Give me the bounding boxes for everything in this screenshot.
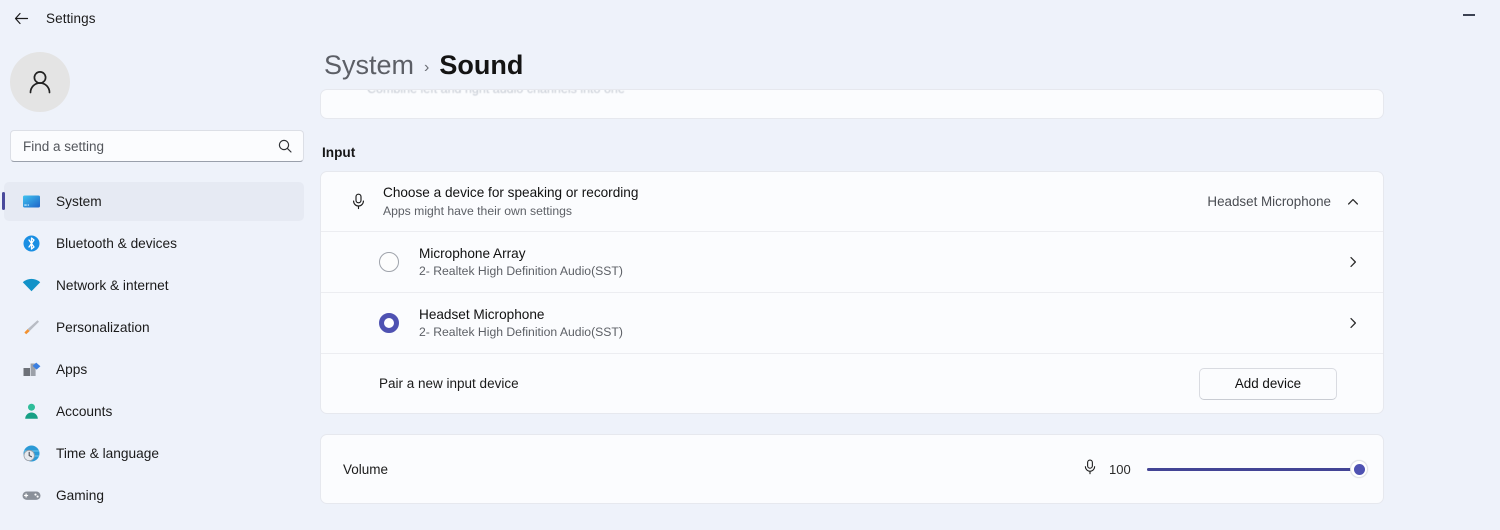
chevron-right-icon[interactable] xyxy=(1345,255,1361,269)
sidebar-item-gaming[interactable]: Gaming xyxy=(4,476,304,515)
microphone-icon xyxy=(343,192,373,211)
paintbrush-icon xyxy=(20,317,42,339)
input-device-texts: Headset Microphone 2- Realtek High Defin… xyxy=(399,305,1345,341)
title-bar: Settings xyxy=(0,0,1500,36)
sidebar-item-accounts[interactable]: Accounts xyxy=(4,392,304,431)
sidebar-item-apps[interactable]: Apps xyxy=(4,350,304,389)
input-device-card: Choose a device for speaking or recordin… xyxy=(320,171,1384,414)
breadcrumb-parent[interactable]: System xyxy=(324,50,414,81)
sidebar-item-system[interactable]: System xyxy=(4,182,304,221)
pair-new-input-device-row: Pair a new input device Add device xyxy=(321,353,1383,413)
radio-headset-microphone[interactable] xyxy=(379,313,399,333)
account-person-icon xyxy=(20,401,42,423)
wifi-icon xyxy=(20,275,42,297)
input-device-texts: Microphone Array 2- Realtek High Definit… xyxy=(399,244,1345,280)
clipped-mono-audio-card: Combine left and right audio channels in… xyxy=(320,89,1384,119)
volume-value: 100 xyxy=(1109,462,1137,477)
volume-label: Volume xyxy=(343,462,1081,477)
back-arrow-icon xyxy=(13,10,30,27)
monitor-icon xyxy=(20,191,42,213)
sidebar-item-label: Apps xyxy=(56,362,87,377)
input-device-name: Microphone Array xyxy=(419,244,1345,263)
sidebar-item-personalization[interactable]: Personalization xyxy=(4,308,304,347)
sidebar-item-time-language[interactable]: Time & language xyxy=(4,434,304,473)
page-title: Sound xyxy=(439,50,523,81)
sidebar-nav: System Bluetooth & devices Network xyxy=(0,182,320,515)
volume-slider[interactable] xyxy=(1147,458,1359,480)
sidebar-item-label: Accounts xyxy=(56,404,112,419)
radio-microphone-array[interactable] xyxy=(379,252,399,272)
choose-input-device-subtitle: Apps might have their own settings xyxy=(383,203,1207,220)
avatar-container xyxy=(0,36,320,112)
search-input[interactable] xyxy=(23,139,269,154)
search-box[interactable] xyxy=(10,130,304,162)
search-container xyxy=(0,112,320,162)
sidebar-item-label: Gaming xyxy=(56,488,104,503)
volume-row: Volume 100 xyxy=(321,435,1383,503)
clock-globe-icon xyxy=(20,443,42,465)
minimize-icon xyxy=(1463,14,1475,16)
apps-icon xyxy=(20,359,42,381)
search-icon xyxy=(277,138,293,159)
input-device-detail: 2- Realtek High Definition Audio(SST) xyxy=(419,324,1345,341)
bluetooth-icon xyxy=(20,233,42,255)
volume-slider-fill xyxy=(1147,468,1359,471)
input-device-option-row[interactable]: Headset Microphone 2- Realtek High Defin… xyxy=(321,292,1383,353)
volume-card: Volume 100 xyxy=(320,434,1384,504)
settings-scroll-area: Combine left and right audio channels in… xyxy=(320,89,1500,504)
input-device-detail: 2- Realtek High Definition Audio(SST) xyxy=(419,263,1345,280)
gamepad-icon xyxy=(20,485,42,507)
minimize-button[interactable] xyxy=(1452,3,1486,27)
input-section-label: Input xyxy=(322,145,1500,160)
sidebar-item-label: Time & language xyxy=(56,446,159,461)
chevron-right-icon[interactable] xyxy=(1345,316,1361,330)
sidebar-item-network-internet[interactable]: Network & internet xyxy=(4,266,304,305)
input-device-option-row[interactable]: Microphone Array 2- Realtek High Definit… xyxy=(321,231,1383,292)
sidebar-item-label: Personalization xyxy=(56,320,150,335)
microphone-icon xyxy=(1081,458,1099,481)
clipped-card-text: Combine left and right audio channels in… xyxy=(367,89,625,96)
add-device-button[interactable]: Add device xyxy=(1199,368,1337,400)
pair-new-input-device-label: Pair a new input device xyxy=(379,376,1199,391)
choose-input-device-title: Choose a device for speaking or recordin… xyxy=(383,184,1207,202)
avatar[interactable] xyxy=(10,52,70,112)
chevron-up-icon[interactable] xyxy=(1345,195,1361,209)
sidebar-item-label: System xyxy=(56,194,102,209)
back-button[interactable] xyxy=(4,3,38,33)
volume-control: 100 xyxy=(1081,458,1359,481)
sidebar-item-label: Bluetooth & devices xyxy=(56,236,177,251)
main-content: System › Sound Combine left and right au… xyxy=(320,0,1500,530)
person-avatar-icon xyxy=(23,65,57,99)
input-device-name: Headset Microphone xyxy=(419,305,1345,324)
sidebar-item-bluetooth-devices[interactable]: Bluetooth & devices xyxy=(4,224,304,263)
volume-slider-thumb[interactable] xyxy=(1350,460,1368,478)
sidebar-item-label: Network & internet xyxy=(56,278,169,293)
breadcrumb: System › Sound xyxy=(320,36,1500,81)
breadcrumb-separator-icon: › xyxy=(424,59,429,77)
window-title: Settings xyxy=(46,11,96,26)
selected-input-device-value: Headset Microphone xyxy=(1207,194,1331,209)
choose-input-device-row[interactable]: Choose a device for speaking or recordin… xyxy=(321,172,1383,231)
settings-window: Settings xyxy=(0,0,1500,530)
choose-input-device-texts: Choose a device for speaking or recordin… xyxy=(373,184,1207,220)
sidebar: System Bluetooth & devices Network xyxy=(0,0,320,530)
